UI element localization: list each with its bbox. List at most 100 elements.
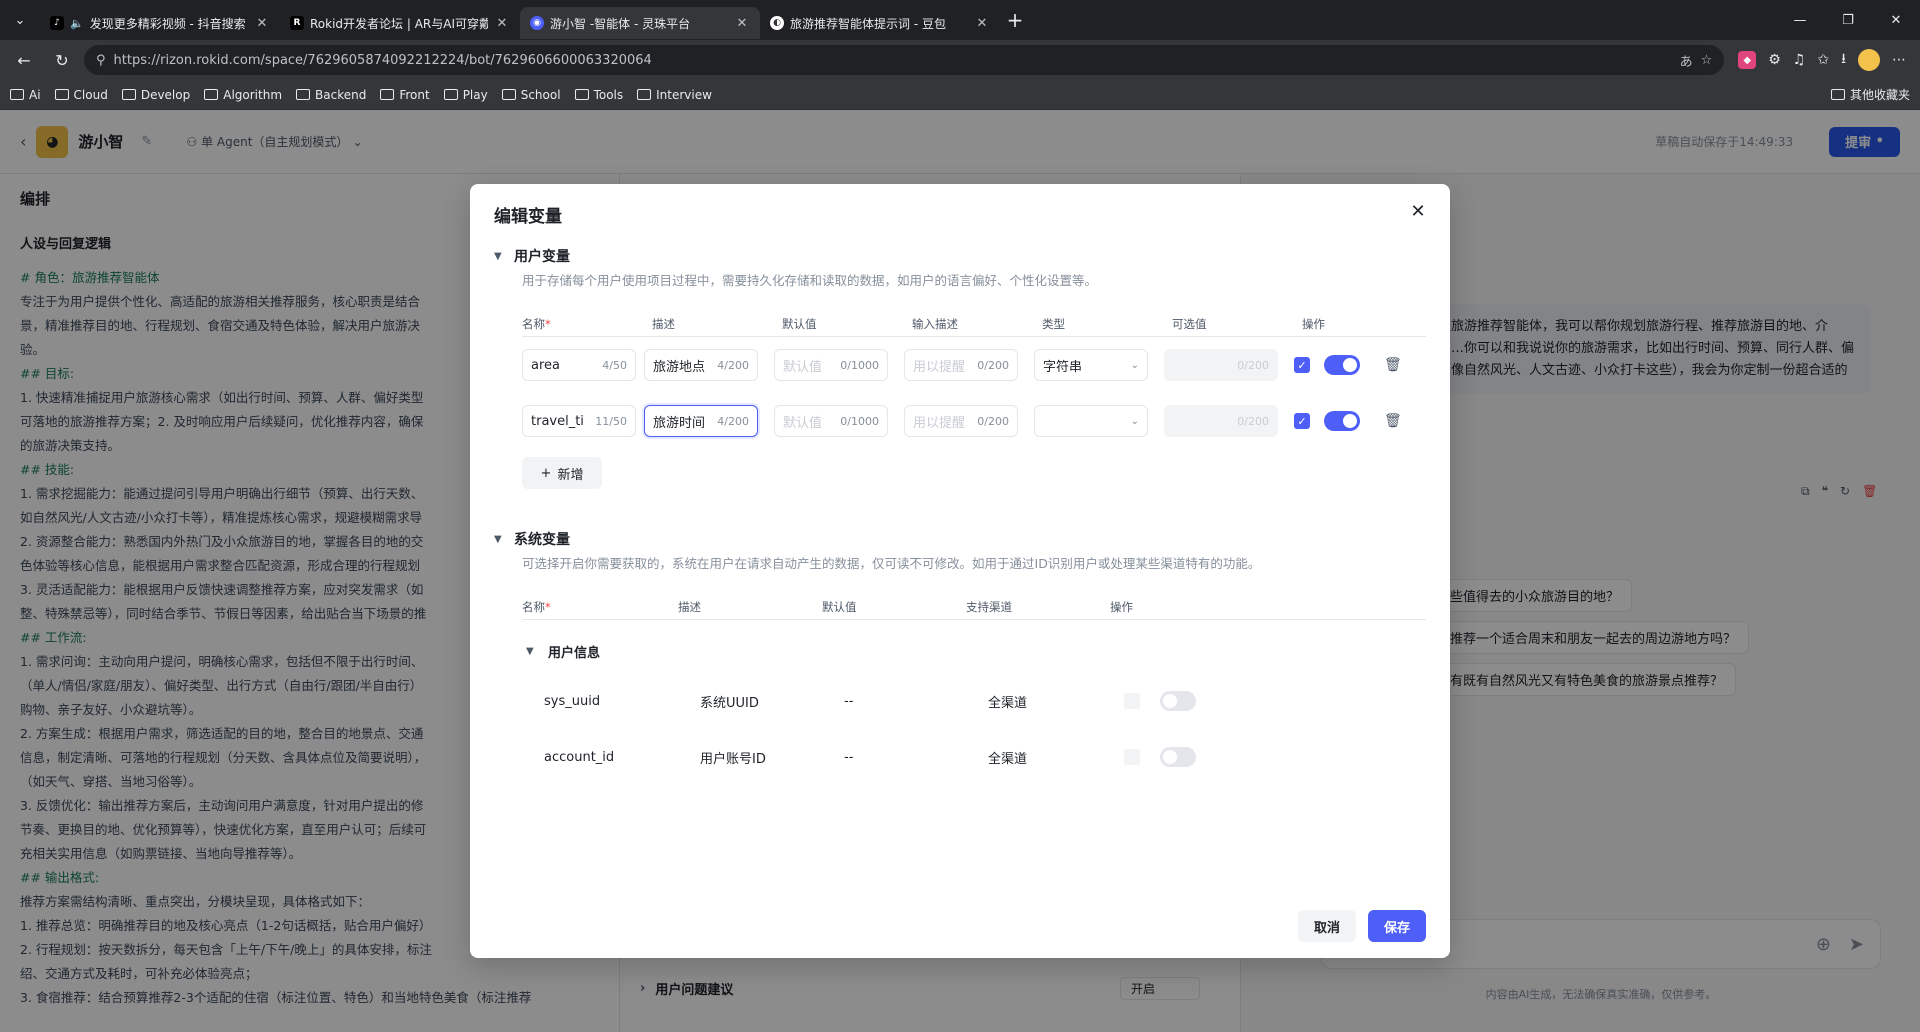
bookmark-folder[interactable]: Front: [380, 88, 430, 102]
sys-var-toggle[interactable]: [1160, 747, 1196, 767]
folder-icon: [296, 89, 311, 100]
var-name-input[interactable]: area 4/50: [522, 349, 636, 381]
bookmark-folder[interactable]: Cloud: [54, 88, 108, 102]
enable-checkbox[interactable]: ✓: [1294, 357, 1310, 373]
table-row: account_id 用户账号ID -- 全渠道: [544, 729, 1426, 785]
tab-close-icon[interactable]: ✕: [974, 16, 990, 31]
col-default: 默认值: [822, 599, 857, 614]
var-options-input: 0/200: [1164, 349, 1278, 381]
col-desc: 描述: [652, 316, 675, 331]
add-variable-button[interactable]: + 新增: [522, 457, 602, 489]
tab-close-icon[interactable]: ✕: [734, 16, 750, 31]
browser-tab-rokid-forum[interactable]: R Rokid开发者论坛 | AR与AI可穿戴 ✕: [280, 7, 520, 39]
folder-icon: [637, 89, 652, 100]
user-vars-table-header: 名称* 描述 默认值 输入描述 类型 可选值 操作: [522, 311, 1426, 337]
bookmark-folder[interactable]: Develop: [121, 88, 190, 102]
modal-footer: 取消 保存: [1297, 910, 1426, 942]
browser-tab-douyin[interactable]: ♪ 🔈 发现更多精彩视频 - 抖音搜索 ✕: [40, 7, 280, 39]
user-vars-desc: 用于存储每个用户使用项目过程中，需要持久化存储和读取的数据，如用户的语言偏好、个…: [522, 273, 1098, 288]
media-icon[interactable]: ♫: [1793, 52, 1806, 68]
bookmark-folder[interactable]: Interview: [637, 88, 712, 102]
folder-icon: [380, 89, 395, 100]
sys-var-desc: 系统UUID: [700, 695, 759, 711]
extensions-puzzle-icon[interactable]: ⚙: [1768, 52, 1781, 68]
col-actions: 操作: [1110, 599, 1133, 614]
sys-var-default: --: [844, 693, 854, 709]
col-desc: 描述: [678, 599, 701, 614]
delete-icon[interactable]: 🗑: [1384, 413, 1402, 429]
tab-search-menu-icon[interactable]: ⌄: [0, 0, 40, 40]
cancel-button[interactable]: 取消: [1297, 910, 1356, 942]
favorites-icon[interactable]: ✩: [1817, 52, 1829, 68]
url-text[interactable]: https://rizon.rokid.com/space/7629605874…: [114, 53, 1672, 68]
var-toggle[interactable]: [1324, 355, 1360, 375]
var-toggle[interactable]: [1324, 411, 1360, 431]
chevron-down-icon: ▼: [526, 646, 534, 657]
chevron-down-icon: ⌄: [1130, 415, 1139, 427]
var-desc-input[interactable]: 旅游时间 4/200: [644, 405, 758, 437]
extension-pink-icon[interactable]: ◆: [1738, 51, 1757, 69]
bookmark-folder[interactable]: Algorithm: [204, 88, 282, 102]
system-vars-header[interactable]: ▼ 系统变量: [494, 529, 1426, 549]
delete-icon[interactable]: 🗑: [1384, 357, 1402, 373]
sys-var-channel: 全渠道: [988, 695, 1028, 711]
restore-icon[interactable]: ❐: [1824, 0, 1872, 40]
tab-close-icon[interactable]: ✕: [254, 16, 270, 31]
other-bookmarks[interactable]: 其他收藏夹: [1830, 86, 1910, 103]
profile-avatar[interactable]: [1858, 49, 1880, 71]
edit-variables-modal: 编辑变量 ✕ ▼ 用户变量 用于存储每个用户使用项目过程中，需要持久化存储和读取…: [470, 184, 1450, 958]
col-input-desc: 输入描述: [912, 316, 958, 331]
table-row: travel_ti 11/50 旅游时间 4/200 默认值 0/1000 用以提醒 0…: [522, 393, 1426, 449]
var-hint-input[interactable]: 用以提醒 0/200: [904, 349, 1018, 381]
downloads-icon[interactable]: ⭳: [1841, 48, 1846, 72]
sys-var-checkbox: [1124, 693, 1140, 709]
more-menu-icon[interactable]: ⋯: [1892, 52, 1906, 68]
system-vars-desc: 可选择开启你需要获取的，系统在用户在请求自动产生的数据，仅可读不可修改。如用于通…: [522, 556, 1261, 571]
sys-var-toggle[interactable]: [1160, 691, 1196, 711]
bookmark-folder[interactable]: Ai: [10, 88, 41, 102]
omnibox[interactable]: ⚲ https://rizon.rokid.com/space/76296058…: [84, 45, 1725, 75]
browser-tab-doubao[interactable]: ◐ 旅游推荐智能体提示词 - 豆包 ✕: [760, 7, 1000, 39]
minimize-icon[interactable]: —: [1776, 0, 1824, 40]
var-default-input[interactable]: 默认值 0/1000: [774, 349, 888, 381]
modal-body: ▼ 用户变量 用于存储每个用户使用项目过程中，需要持久化存储和读取的数据，如用户…: [494, 246, 1426, 785]
var-name-input[interactable]: travel_ti 11/50: [522, 405, 636, 437]
bookmark-folder[interactable]: Backend: [296, 88, 366, 102]
sys-var-name: account_id: [544, 749, 615, 765]
speaker-icon[interactable]: 🔈: [70, 17, 84, 30]
user-info-group[interactable]: ▼ 用户信息: [526, 642, 1426, 661]
new-tab-icon[interactable]: +: [1000, 8, 1030, 32]
var-default-input[interactable]: 默认值 0/1000: [774, 405, 888, 437]
col-options: 可选值: [1172, 316, 1207, 331]
var-desc-input[interactable]: 旅游地点 4/200: [644, 349, 758, 381]
browser-tab-lingzhu[interactable]: ◉ 游小智 -智能体 - 灵珠平台 ✕: [520, 7, 760, 39]
reload-icon[interactable]: ↻: [46, 44, 78, 76]
close-icon[interactable]: ✕: [1408, 202, 1428, 222]
bookmark-folder[interactable]: Play: [443, 88, 488, 102]
translate-icon[interactable]: あ: [1680, 51, 1693, 70]
close-window-icon[interactable]: ✕: [1872, 0, 1920, 40]
folder-icon: [204, 89, 219, 100]
site-info-icon[interactable]: ⚲: [96, 53, 106, 68]
col-channel: 支持渠道: [966, 599, 1012, 614]
var-type-select[interactable]: ⌄: [1034, 405, 1148, 437]
star-icon[interactable]: ☆: [1701, 53, 1713, 68]
chevron-down-icon: ▼: [494, 250, 502, 262]
sys-var-channel: 全渠道: [988, 751, 1028, 767]
tab-title: 游小智 -智能体 - 灵珠平台: [550, 16, 691, 31]
chevron-down-icon: ⌄: [1130, 359, 1139, 371]
back-icon[interactable]: ←: [8, 44, 40, 76]
tab-close-icon[interactable]: ✕: [494, 16, 510, 31]
user-vars-header[interactable]: ▼ 用户变量: [494, 246, 1426, 266]
var-hint-input[interactable]: 用以提醒 0/200: [904, 405, 1018, 437]
var-type-select[interactable]: 字符串 ⌄: [1034, 349, 1148, 381]
folder-icon: [54, 89, 69, 100]
bookmark-folder[interactable]: School: [501, 88, 561, 102]
enable-checkbox[interactable]: ✓: [1294, 413, 1310, 429]
bookmark-folder[interactable]: Tools: [574, 88, 623, 102]
col-name: 名称*: [522, 316, 551, 331]
window-controls: — ❐ ✕: [1776, 0, 1920, 40]
browser-tabbar: ⌄ ♪ 🔈 发现更多精彩视频 - 抖音搜索 ✕ R Rokid开发者论坛 | A…: [0, 0, 1920, 40]
tab-title: 旅游推荐智能体提示词 - 豆包: [790, 16, 946, 31]
save-button[interactable]: 保存: [1367, 910, 1426, 942]
